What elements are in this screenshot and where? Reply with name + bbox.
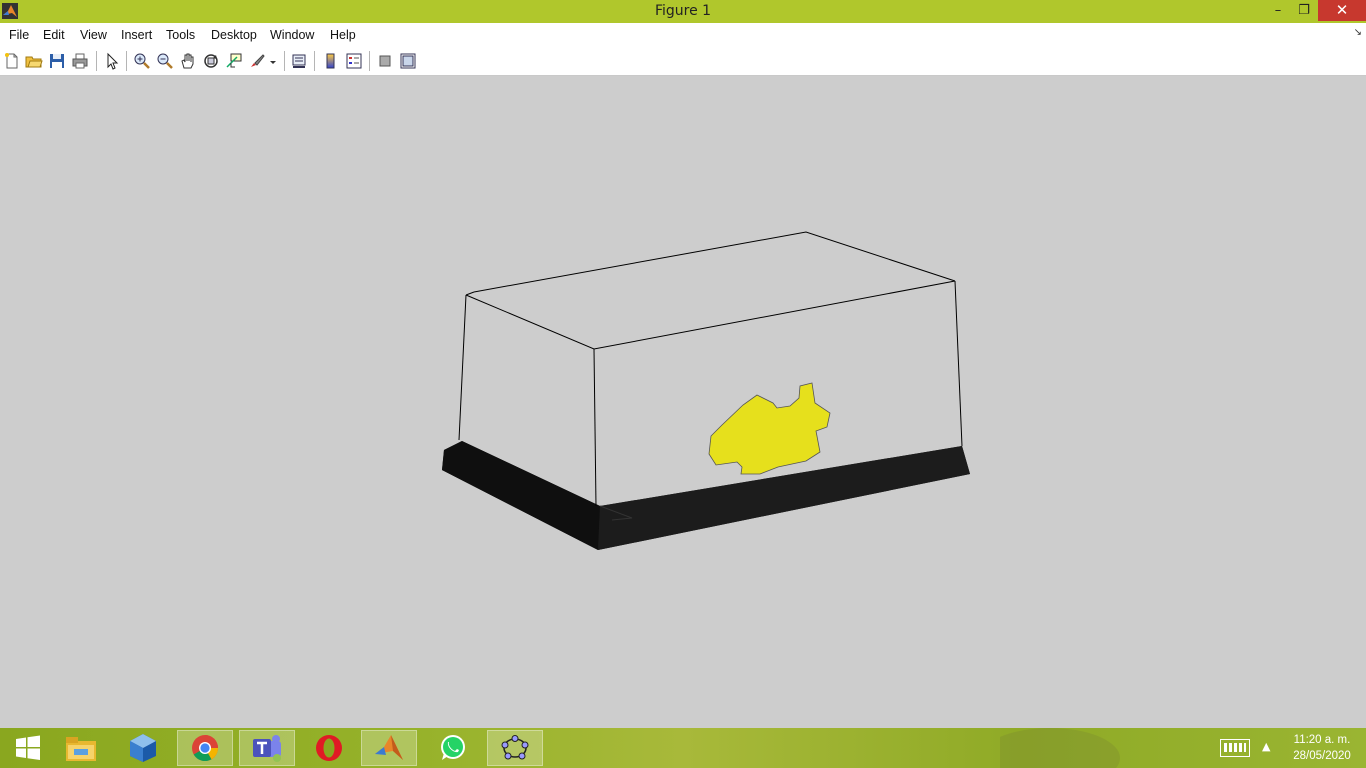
- chrome-icon[interactable]: [177, 730, 233, 766]
- menu-desktop[interactable]: Desktop: [211, 28, 257, 42]
- base-slab-side: [442, 441, 600, 550]
- hide-plot-tools-icon[interactable]: [376, 52, 394, 70]
- show-plot-tools-icon[interactable]: [399, 52, 417, 70]
- rotate-3d-icon[interactable]: [202, 52, 220, 70]
- wallpaper-decoration: [1000, 728, 1120, 768]
- tray-expand-icon[interactable]: ▲: [1262, 740, 1270, 753]
- toolbar-separator: [314, 51, 315, 71]
- save-icon[interactable]: [48, 52, 66, 70]
- close-button[interactable]: ✕: [1318, 0, 1366, 21]
- zoom-out-icon[interactable]: [156, 52, 174, 70]
- taskbar: ▲ 11:20 a. m. 28/05/2020: [0, 728, 1366, 768]
- print-icon[interactable]: [71, 52, 89, 70]
- toolbar-separator: [369, 51, 370, 71]
- link-plot-icon[interactable]: [290, 52, 308, 70]
- menu-help[interactable]: Help: [330, 28, 356, 42]
- pan-hand-icon[interactable]: [179, 52, 197, 70]
- minimize-button[interactable]: –: [1265, 0, 1291, 21]
- axes-3d[interactable]: [0, 76, 1366, 728]
- data-cursor-icon[interactable]: [225, 52, 243, 70]
- brush-dropdown-icon[interactable]: [268, 52, 278, 70]
- title-bar: Figure 1 – ❐ ✕: [0, 0, 1366, 23]
- virtualbox-icon[interactable]: [115, 730, 171, 766]
- brush-icon[interactable]: [248, 52, 266, 70]
- toolbar-separator: [96, 51, 97, 71]
- keyboard-icon[interactable]: [1220, 739, 1250, 757]
- figure-canvas[interactable]: [0, 76, 1366, 728]
- open-file-icon[interactable]: [25, 52, 43, 70]
- figure-toolbar: [0, 47, 1366, 76]
- legend-icon[interactable]: [345, 52, 363, 70]
- menu-insert[interactable]: Insert: [121, 28, 152, 42]
- colorbar-icon[interactable]: [322, 52, 340, 70]
- whatsapp-icon[interactable]: [425, 730, 481, 766]
- windows-start-icon[interactable]: [0, 730, 56, 766]
- menu-bar: File Edit View Insert Tools Desktop Wind…: [0, 23, 1366, 47]
- dock-arrow-icon[interactable]: ↘: [1354, 27, 1362, 38]
- zoom-in-icon[interactable]: [133, 52, 151, 70]
- tray-clock[interactable]: 11:20 a. m. 28/05/2020: [1284, 732, 1360, 764]
- edit-plot-arrow-icon[interactable]: [103, 52, 121, 70]
- menu-view[interactable]: View: [80, 28, 107, 42]
- menu-tools[interactable]: Tools: [166, 28, 195, 42]
- restore-button[interactable]: ❐: [1291, 0, 1317, 21]
- window-title: Figure 1: [654, 3, 712, 19]
- menu-file[interactable]: File: [9, 28, 29, 42]
- teams-icon[interactable]: [239, 730, 295, 766]
- toolbar-separator: [284, 51, 285, 71]
- file-explorer-icon[interactable]: [53, 730, 109, 766]
- opera-icon[interactable]: [301, 730, 357, 766]
- matlab-icon[interactable]: [361, 730, 417, 766]
- yellow-fish-shape: [708, 382, 831, 475]
- menu-edit[interactable]: Edit: [43, 28, 65, 42]
- geogebra-icon[interactable]: [487, 730, 543, 766]
- new-figure-icon[interactable]: [3, 52, 21, 70]
- clock-time: 11:20 a. m.: [1293, 734, 1351, 746]
- menu-window[interactable]: Window: [270, 28, 314, 42]
- clock-date: 28/05/2020: [1293, 750, 1351, 762]
- toolbar-separator: [126, 51, 127, 71]
